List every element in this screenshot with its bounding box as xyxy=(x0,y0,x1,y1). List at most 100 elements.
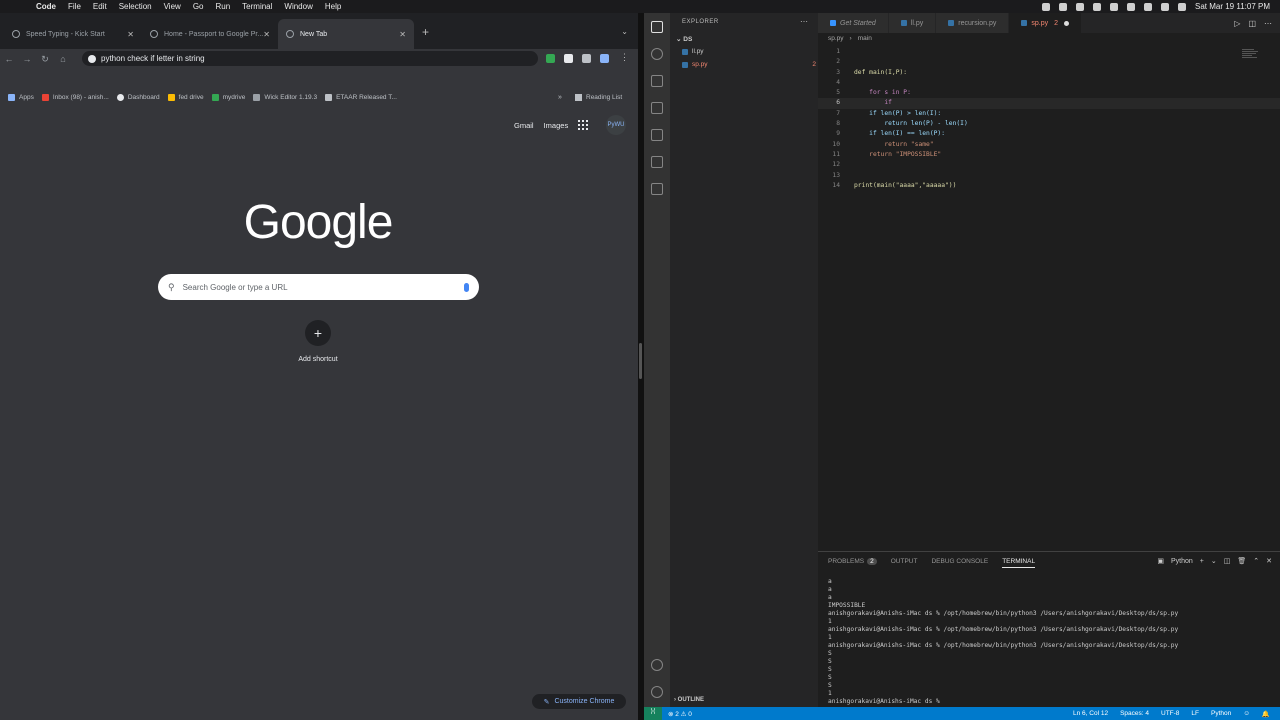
code-editor[interactable]: 1 2 3 def main(I,P): 4 5 for s in P: 6 if… xyxy=(818,47,1280,191)
code-line[interactable]: 11 return "IMPOSSIBLE" xyxy=(818,150,1280,160)
control-center-icon[interactable] xyxy=(1144,2,1152,11)
code-line[interactable]: 9 if len(I) == len(P): xyxy=(818,129,1280,139)
add-shortcut-button[interactable]: + xyxy=(305,320,331,346)
ntp-search-box[interactable]: ⚲ Search Google or type a URL xyxy=(158,274,479,300)
bookmark-apps[interactable]: Apps xyxy=(8,93,34,101)
file-ll-py[interactable]: ll.py xyxy=(682,48,816,55)
code-line[interactable]: 4 xyxy=(818,78,1280,88)
menu-help[interactable]: Help xyxy=(319,2,347,11)
code-line[interactable]: 3 def main(I,P): xyxy=(818,68,1280,78)
bookmark-item[interactable]: fed drive xyxy=(167,93,204,101)
menu-run[interactable]: Run xyxy=(209,2,236,11)
run-play-icon[interactable]: ▷ xyxy=(1234,19,1240,28)
reading-list-button[interactable]: Reading List xyxy=(575,93,622,101)
editor-tab-ll-py[interactable]: ll.py xyxy=(888,13,937,33)
terminal-dropdown-chevron-icon[interactable]: ⌄ xyxy=(1211,557,1217,565)
bookmarks-overflow-icon[interactable]: » xyxy=(558,94,562,101)
search-icon[interactable] xyxy=(651,48,663,60)
remote-explorer-icon[interactable] xyxy=(651,156,663,168)
new-tab-icon[interactable]: + xyxy=(422,25,429,39)
status-eol[interactable]: LF xyxy=(1191,710,1199,718)
split-editor-icon[interactable]: ◫ xyxy=(1248,19,1256,28)
back-icon[interactable]: ← xyxy=(0,54,18,64)
unsaved-dot-icon[interactable] xyxy=(1064,20,1070,26)
code-line[interactable]: 7 if len(P) > len(I): xyxy=(818,109,1280,119)
file-sp-py[interactable]: sp.py 2 xyxy=(682,61,816,68)
google-apps-icon[interactable] xyxy=(578,120,589,130)
close-panel-icon[interactable]: ✕ xyxy=(1266,557,1272,565)
testing-flask-icon[interactable] xyxy=(651,183,663,195)
bookmark-item[interactable]: mydrive xyxy=(211,93,245,101)
menu-go[interactable]: Go xyxy=(187,2,210,11)
code-line[interactable]: 12 xyxy=(818,160,1280,170)
accounts-icon[interactable] xyxy=(651,659,663,671)
new-terminal-icon[interactable]: + xyxy=(1200,558,1204,565)
bookmark-item[interactable]: ETAAR Released T... xyxy=(325,93,397,101)
bookmark-item[interactable]: Dashboard xyxy=(116,93,160,101)
code-line[interactable]: 8 return len(P) - len(I) xyxy=(818,119,1280,129)
notifications-bell-icon[interactable]: 🔔 xyxy=(1262,710,1270,718)
panel-tab-debug-console[interactable]: DEBUG CONSOLE xyxy=(931,558,988,568)
code-line[interactable]: 1 xyxy=(818,47,1280,57)
status-app-icon[interactable] xyxy=(1042,2,1050,11)
menu-selection[interactable]: Selection xyxy=(113,2,158,11)
breadcrumb-symbol[interactable]: main xyxy=(858,35,872,42)
code-line[interactable]: 10 return "same" xyxy=(818,140,1280,150)
menu-edit[interactable]: Edit xyxy=(87,2,113,11)
chrome-tab[interactable]: Speed Typing - Kick Start ✕ xyxy=(4,19,142,49)
explorer-icon[interactable] xyxy=(651,21,663,33)
spotlight-search-icon[interactable] xyxy=(1161,2,1169,11)
kill-terminal-trash-icon[interactable]: 🗑 xyxy=(1237,557,1246,565)
editor-tab-recursion-py[interactable]: recursion.py xyxy=(936,13,1010,33)
account-avatar[interactable]: PyWU xyxy=(606,115,626,135)
menu-terminal[interactable]: Terminal xyxy=(236,2,278,11)
panel-tab-output[interactable]: OUTPUT xyxy=(891,558,918,568)
breadcrumb-file[interactable]: sp.py xyxy=(828,35,844,42)
menu-window[interactable]: Window xyxy=(278,2,318,11)
extensions-puzzle-icon[interactable] xyxy=(582,54,591,63)
more-actions-icon[interactable]: ⋯ xyxy=(800,17,808,26)
feedback-icon[interactable]: ☺ xyxy=(1243,710,1250,718)
terminal-output[interactable]: a a a IMPOSSIBLE anishgorakavi@Anishs-iM… xyxy=(828,578,1178,706)
menu-file[interactable]: File xyxy=(62,2,87,11)
chrome-tab-active[interactable]: New Tab ✕ xyxy=(278,19,414,49)
editor-tab-get-started[interactable]: Get Started xyxy=(818,13,889,33)
address-bar[interactable]: python check if letter in string xyxy=(82,51,538,66)
folder-ds[interactable]: ⌄ DS xyxy=(676,35,692,43)
settings-gear-icon[interactable] xyxy=(651,686,663,698)
siri-icon[interactable] xyxy=(1178,2,1186,11)
images-link[interactable]: Images xyxy=(544,121,569,130)
code-line[interactable]: 5 for s in P: xyxy=(818,88,1280,98)
terminal-shell-selector[interactable]: Python xyxy=(1171,558,1193,565)
minimap[interactable] xyxy=(1242,49,1260,63)
home-icon[interactable]: ⌂ xyxy=(54,54,72,64)
split-terminal-icon[interactable]: ◫ xyxy=(1224,557,1231,565)
close-tab-icon[interactable]: ✕ xyxy=(399,30,406,39)
close-tab-icon[interactable]: ✕ xyxy=(263,30,270,39)
extension-icon[interactable] xyxy=(546,54,555,63)
extension-icon[interactable] xyxy=(564,54,573,63)
close-tab-icon[interactable]: ✕ xyxy=(127,30,134,39)
customize-chrome-button[interactable]: ✎ Customize Chrome xyxy=(532,694,626,709)
code-line[interactable]: 2 xyxy=(818,57,1280,67)
tab-search-chevron-icon[interactable]: ⌄ xyxy=(621,27,628,36)
panel-tab-terminal[interactable]: TERMINAL xyxy=(1002,558,1036,568)
status-app-icon[interactable] xyxy=(1076,2,1084,11)
status-problems[interactable]: ⊗ 2 ⚠ 0 xyxy=(662,710,692,718)
status-indentation[interactable]: Spaces: 4 xyxy=(1120,710,1149,718)
kebab-menu-icon[interactable]: ⋮ xyxy=(620,52,629,63)
code-line[interactable]: 13 xyxy=(818,171,1280,181)
panel-tab-problems[interactable]: PROBLEMS 2 xyxy=(828,558,877,568)
chrome-tab[interactable]: Home - Passport to Google Pr... ✕ xyxy=(142,19,278,49)
divider-handle[interactable] xyxy=(639,343,642,379)
microphone-icon[interactable] xyxy=(464,282,469,292)
bluetooth-icon[interactable] xyxy=(1110,2,1118,11)
wifi-icon[interactable] xyxy=(1127,2,1135,11)
source-control-icon[interactable] xyxy=(651,75,663,87)
status-language[interactable]: Python xyxy=(1211,710,1231,718)
code-line[interactable]: 14 print(main("aaaa","aaaaa")) xyxy=(818,181,1280,191)
extensions-icon[interactable] xyxy=(651,129,663,141)
code-line-current[interactable]: 6 if xyxy=(818,98,1280,109)
bookmark-item[interactable]: Wick Editor 1.19.3 xyxy=(253,93,317,101)
editor-tab-sp-py[interactable]: sp.py 2 xyxy=(1009,13,1083,33)
